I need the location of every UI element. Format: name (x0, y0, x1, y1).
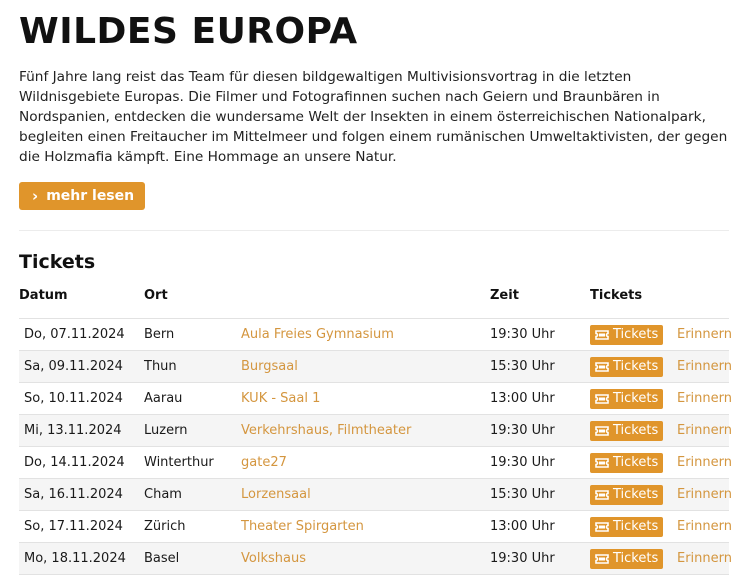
ticket-icon (595, 521, 609, 532)
column-header-place: Ort (144, 288, 168, 303)
ticket-icon (595, 457, 609, 468)
ticket-icon (595, 361, 609, 372)
table-row: So, 10.11.2024 Aarau KUK - Saal 1 13:00 … (19, 382, 732, 415)
tickets-table: Datum Ort Zeit Tickets Do, 07.11.2024 Be… (19, 288, 732, 575)
buy-tickets-label: Tickets (613, 551, 659, 566)
table-row: Sa, 16.11.2024 Cham Lorzensaal 15:30 Uhr… (19, 478, 732, 511)
event-time: 15:30 Uhr (490, 478, 590, 511)
buy-tickets-button[interactable]: Tickets (590, 548, 664, 569)
buy-tickets-button[interactable]: Tickets (590, 324, 664, 345)
venue-link[interactable]: Lorzensaal (241, 487, 311, 502)
event-time: 13:00 Uhr (490, 510, 590, 543)
column-header-venue (241, 288, 490, 319)
remind-link[interactable]: Erinnern (677, 391, 732, 406)
venue-link[interactable]: Theater Spirgarten (241, 519, 364, 534)
event-time: 13:00 Uhr (490, 382, 590, 415)
buy-tickets-button[interactable]: Tickets (590, 356, 664, 377)
remind-link[interactable]: Erinnern (677, 455, 732, 470)
event-date: So, 10.11.2024 (19, 382, 144, 415)
venue-link[interactable]: Burgsaal (241, 359, 298, 374)
event-time: 15:30 Uhr (490, 350, 590, 383)
event-date: Sa, 16.11.2024 (19, 478, 144, 511)
venue-link[interactable]: Aula Freies Gymnasium (241, 327, 394, 342)
table-row: So, 17.11.2024 Zürich Theater Spirgarten… (19, 510, 732, 543)
event-place: Basel (144, 542, 241, 575)
column-header-remind (677, 288, 729, 319)
table-row: Do, 07.11.2024 Bern Aula Freies Gymnasiu… (19, 318, 732, 351)
buy-tickets-label: Tickets (613, 327, 659, 342)
venue-link[interactable]: Volkshaus (241, 551, 306, 566)
remind-link[interactable]: Erinnern (677, 359, 732, 374)
event-place: Zürich (144, 510, 241, 543)
read-more-button[interactable]: › mehr lesen (19, 182, 146, 210)
column-header-date: Datum (19, 288, 68, 303)
ticket-icon (595, 425, 609, 436)
column-header-time: Zeit (490, 288, 519, 303)
buy-tickets-label: Tickets (613, 455, 659, 470)
table-row: Mo, 18.11.2024 Basel Volkshaus 19:30 Uhr… (19, 542, 732, 575)
event-place: Winterthur (144, 446, 241, 479)
event-title: WILDES EUROPA (19, 11, 358, 52)
column-header-tickets: Tickets (590, 288, 643, 303)
buy-tickets-label: Tickets (613, 423, 659, 438)
buy-tickets-button[interactable]: Tickets (590, 388, 664, 409)
venue-link[interactable]: KUK - Saal 1 (241, 391, 320, 406)
remind-link[interactable]: Erinnern (677, 327, 732, 342)
remind-link[interactable]: Erinnern (677, 551, 732, 566)
read-more-label: mehr lesen (46, 188, 135, 204)
chevron-right-icon: › (32, 186, 39, 205)
ticket-icon (595, 393, 609, 404)
event-date: So, 17.11.2024 (19, 510, 144, 543)
event-page: WILDES EUROPA Fünf Jahre lang reist das … (0, 0, 747, 575)
buy-tickets-label: Tickets (613, 359, 659, 374)
event-date: Mi, 13.11.2024 (19, 414, 144, 447)
event-time: 19:30 Uhr (490, 318, 590, 351)
buy-tickets-button[interactable]: Tickets (590, 484, 664, 505)
event-date: Do, 07.11.2024 (19, 318, 144, 351)
table-row: Sa, 09.11.2024 Thun Burgsaal 15:30 Uhr T… (19, 350, 732, 383)
remind-link[interactable]: Erinnern (677, 487, 732, 502)
event-place: Bern (144, 318, 241, 351)
buy-tickets-button[interactable]: Tickets (590, 452, 664, 473)
event-description: Fünf Jahre lang reist das Team für diese… (19, 69, 728, 165)
buy-tickets-label: Tickets (613, 519, 659, 534)
event-date: Do, 14.11.2024 (19, 446, 144, 479)
event-date: Mo, 18.11.2024 (19, 542, 144, 575)
section-divider (19, 230, 729, 231)
event-place: Thun (144, 350, 241, 383)
event-place: Luzern (144, 414, 241, 447)
buy-tickets-label: Tickets (613, 391, 659, 406)
buy-tickets-button[interactable]: Tickets (590, 420, 664, 441)
tickets-heading: Tickets (19, 251, 96, 273)
table-row: Do, 14.11.2024 Winterthur gate27 19:30 U… (19, 446, 732, 479)
event-time: 19:30 Uhr (490, 446, 590, 479)
event-time: 19:30 Uhr (490, 414, 590, 447)
event-place: Aarau (144, 382, 241, 415)
remind-link[interactable]: Erinnern (677, 519, 732, 534)
event-date: Sa, 09.11.2024 (19, 350, 144, 383)
remind-link[interactable]: Erinnern (677, 423, 732, 438)
ticket-icon (595, 553, 609, 564)
venue-link[interactable]: gate27 (241, 455, 287, 470)
event-place: Cham (144, 478, 241, 511)
ticket-icon (595, 489, 609, 500)
buy-tickets-label: Tickets (613, 487, 659, 502)
venue-link[interactable]: Verkehrshaus, Filmtheater (241, 423, 411, 438)
tickets-table-header: Datum Ort Zeit Tickets (19, 288, 729, 319)
event-time: 19:30 Uhr (490, 542, 590, 575)
table-row: Mi, 13.11.2024 Luzern Verkehrshaus, Film… (19, 414, 732, 447)
buy-tickets-button[interactable]: Tickets (590, 516, 664, 537)
ticket-icon (595, 329, 609, 340)
